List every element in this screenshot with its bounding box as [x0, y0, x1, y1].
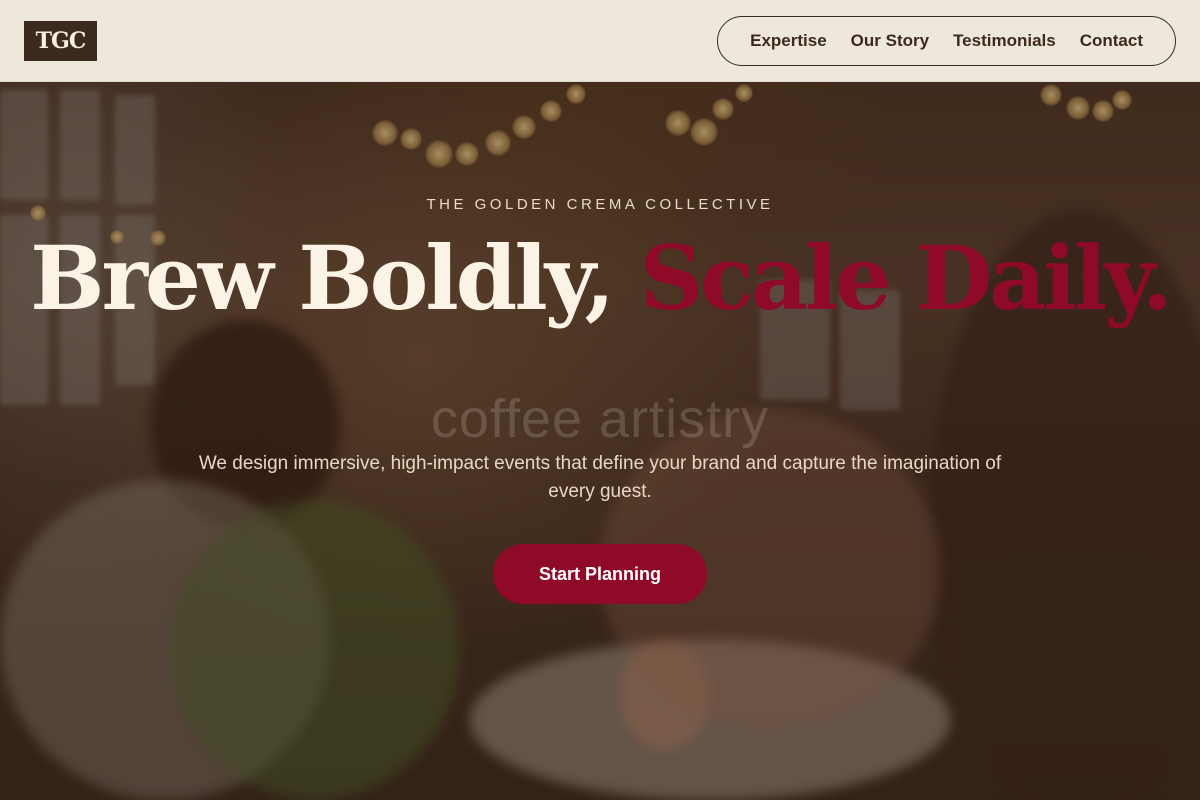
nav-link-expertise[interactable]: Expertise — [750, 31, 827, 51]
nav-link-testimonials[interactable]: Testimonials — [953, 31, 1056, 51]
logo-text: TGC — [35, 27, 87, 54]
main-nav: Expertise Our Story Testimonials Contact — [717, 15, 1176, 66]
site-header: TGC Expertise Our Story Testimonials Con… — [0, 0, 1200, 82]
brand-logo[interactable]: TGC — [24, 20, 97, 61]
start-planning-button[interactable]: Start Planning — [493, 544, 707, 604]
hero-headline: Brew Boldly, Scale Daily. — [0, 230, 1200, 326]
hero-subcopy: We design immersive, high-impact events … — [198, 453, 1002, 502]
headline-accent: Scale Daily. — [639, 226, 1173, 330]
nav-link-contact[interactable]: Contact — [1080, 31, 1143, 51]
hero-eyebrow: THE GOLDEN CREMA COLLECTIVE — [426, 196, 774, 213]
cta-label: Start Planning — [538, 563, 661, 584]
headline-main: Brew Boldly, — [30, 226, 640, 330]
nav-link-our-story[interactable]: Our Story — [851, 31, 929, 51]
hero-watermark: coffee artistry — [430, 389, 770, 449]
